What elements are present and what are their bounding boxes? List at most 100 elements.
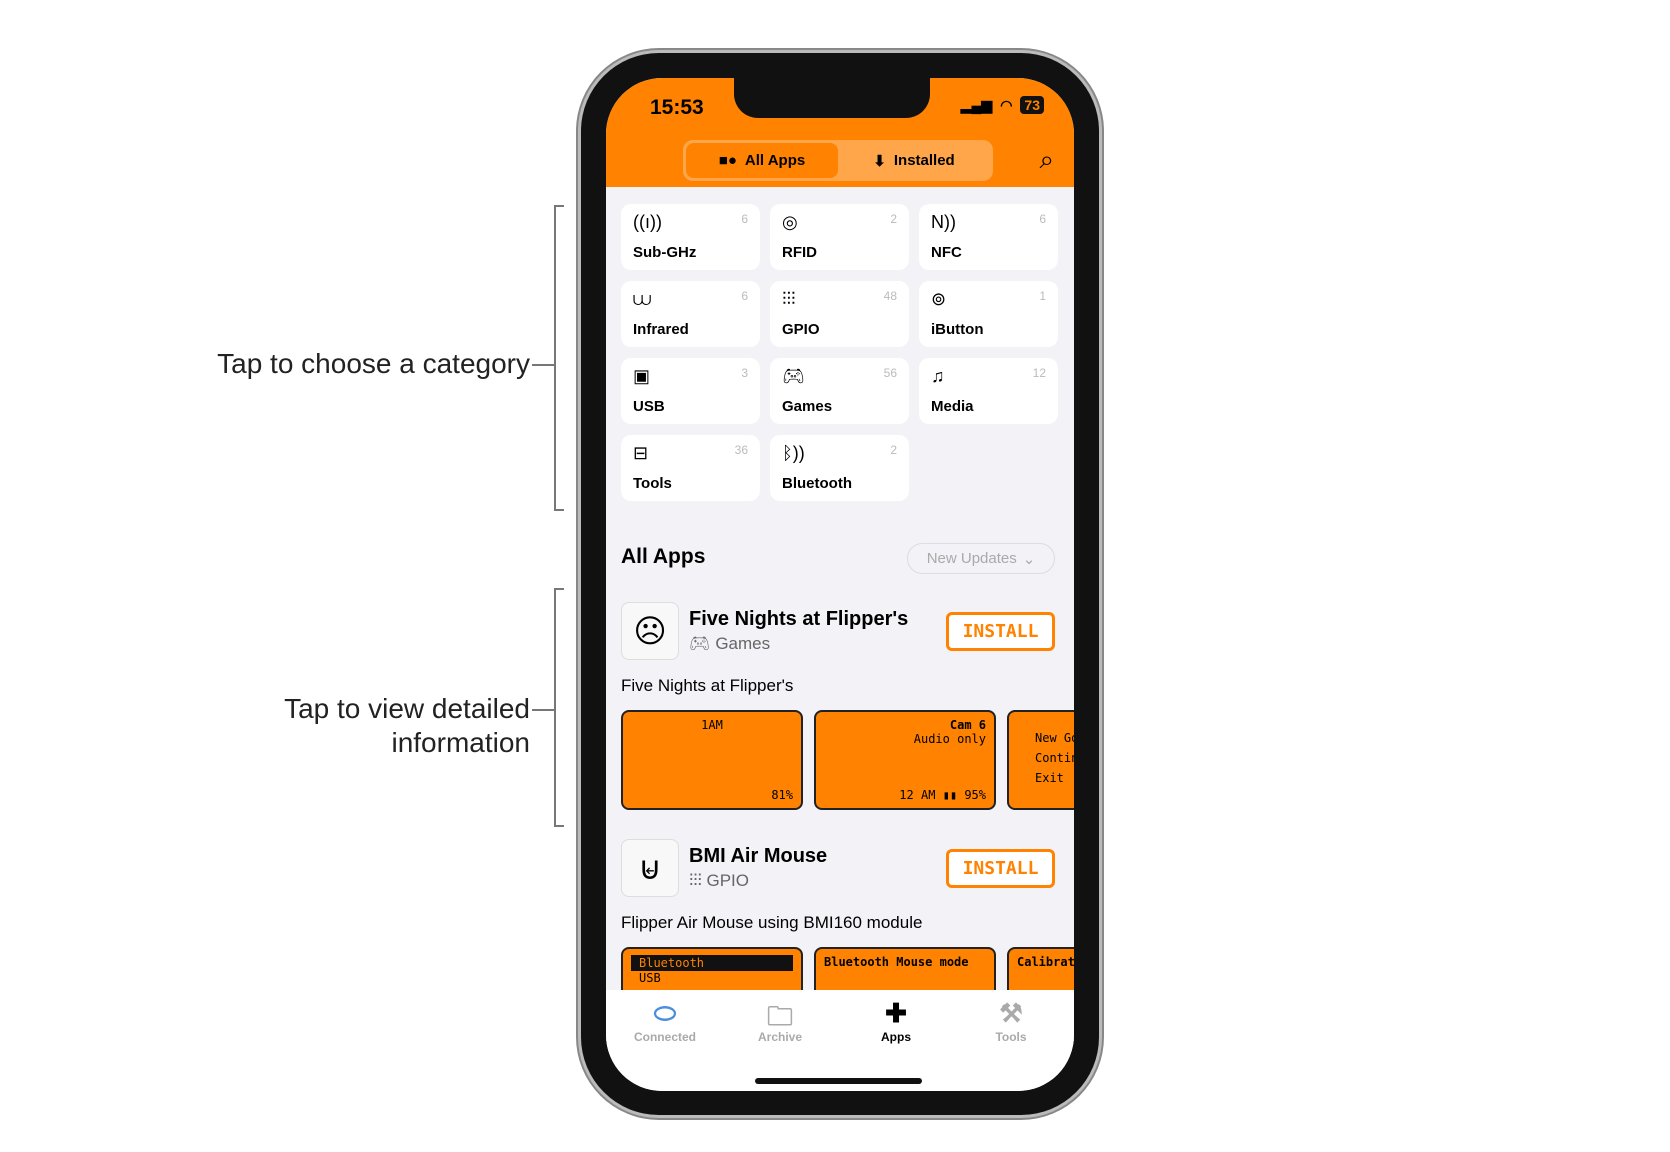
category-ibutton[interactable]: ⊚ iButton 1 (919, 281, 1058, 347)
app-category-label: Games (715, 634, 771, 653)
bluetooth-device-icon: ⬭ (653, 998, 677, 1028)
category-icon: ▣ (633, 366, 651, 386)
annotation-detail: Tap to view detailed information (284, 692, 530, 760)
app-title: Five Nights at Flipper's (689, 608, 909, 630)
category-label: Bluetooth (782, 475, 852, 492)
category-label: Sub-GHz (633, 244, 697, 261)
category-games[interactable]: 🎮︎ Games 56 (770, 358, 909, 424)
notch (734, 78, 930, 118)
category-label: GPIO (782, 321, 820, 338)
tab-archive[interactable]: 🗀 Archive (730, 998, 830, 1044)
screenshot-text: 81% (771, 788, 793, 802)
app-icon: ☹ (621, 602, 679, 660)
screenshot-text: Exit (1035, 771, 1064, 785)
category-sub-ghz[interactable]: ((ı)) Sub-GHz 6 (621, 204, 760, 270)
annotation-bracket (554, 205, 564, 511)
segmented-control: ■● All Apps ⬇ Installed (683, 140, 993, 181)
category-tools[interactable]: ⊟ Tools 36 (621, 435, 760, 501)
app-category: 🎮︎ Games (689, 634, 770, 654)
category-icon: ♫ (931, 366, 945, 386)
app-description: Flipper Air Mouse using BMI160 module (621, 913, 923, 932)
category-count: 6 (741, 212, 748, 226)
annotation-line (532, 709, 554, 711)
category-count: 56 (883, 366, 897, 380)
phone-frame: 15:53 ▂▄▆ ◠ 73 ■● All Apps ⬇ Installed ⌕ (… (581, 53, 1099, 1115)
category-grid: ((ı)) Sub-GHz 6 ◎ RFID 2 N)) NFC 6 ⩊ Infrared 6 ⫶⫶⫶ G… (621, 204, 1058, 501)
tab-label: Apps (881, 1030, 911, 1044)
category-count: 36 (734, 443, 748, 457)
category-usb[interactable]: ▣ USB 3 (621, 358, 760, 424)
category-icon: ⊟ (633, 443, 649, 463)
tab-label: Archive (757, 1030, 803, 1044)
app-category-label: GPIO (706, 871, 749, 890)
install-button[interactable]: INSTALL (946, 849, 1055, 888)
tools-icon: ⚒ (999, 998, 1023, 1028)
category-icon: ◎ (782, 212, 798, 232)
home-indicator (755, 1078, 922, 1084)
tab-bar: ⬭ Connected 🗀 Archive ✚ Apps ⚒ Tools (606, 990, 1074, 1091)
screenshot-text: Calibrati (1017, 955, 1074, 969)
category-icon: ⩊ (633, 289, 652, 309)
category-icon: 🎮︎ (782, 366, 805, 386)
segment-label: Installed (893, 152, 955, 169)
category-rfid[interactable]: ◎ RFID 2 (770, 204, 909, 270)
screenshot: New Go Continu Exit (1007, 710, 1074, 810)
install-button[interactable]: INSTALL (946, 612, 1055, 651)
filter-dropdown[interactable]: New Updates ⌄ (907, 543, 1055, 574)
puzzle-icon: ✚ (885, 998, 907, 1028)
category-icon: ⊚ (931, 289, 947, 309)
screenshot-text: USB (639, 971, 661, 985)
category-icon: ((ı)) (633, 212, 662, 232)
status-time: 15:53 (650, 96, 704, 119)
category-media[interactable]: ♫ Media 12 (919, 358, 1058, 424)
screen: 15:53 ▂▄▆ ◠ 73 ■● All Apps ⬇ Installed ⌕ (… (606, 78, 1074, 1091)
header: 15:53 ▂▄▆ ◠ 73 ■● All Apps ⬇ Installed ⌕ (606, 78, 1074, 187)
filter-label: New Updates (926, 550, 1017, 567)
chevron-down-icon: ⌄ (1022, 550, 1036, 568)
signal-icon: ▂▄▆ (960, 96, 993, 113)
category-count: 6 (741, 289, 748, 303)
section-title: All Apps (621, 545, 706, 568)
category-count: 48 (883, 289, 897, 303)
tab-apps[interactable]: ✚ Apps (846, 998, 946, 1044)
screenshot-text: Continu (1035, 751, 1074, 765)
download-box-icon: ⬇ (873, 152, 886, 170)
wifi-icon: ◠ (1000, 96, 1013, 113)
category-infrared[interactable]: ⩊ Infrared 6 (621, 281, 760, 347)
tab-connected[interactable]: ⬭ Connected (615, 998, 715, 1044)
tab-label: Connected (633, 1030, 696, 1044)
folder-icon: 🗀 (766, 1001, 793, 1031)
category-label: Tools (633, 475, 672, 492)
annotation-category: Tap to choose a category (217, 348, 530, 379)
search-icon[interactable]: ⌕ (1039, 144, 1054, 176)
battery-icon: 73 (1020, 96, 1044, 114)
category-icon: ⫶⫶⫶ (782, 289, 796, 309)
tab-tools[interactable]: ⚒ Tools (961, 998, 1061, 1044)
category-gpio[interactable]: ⫶⫶⫶ GPIO 48 (770, 281, 909, 347)
screenshot-text: Audio only (913, 732, 986, 746)
category-icon: N)) (931, 212, 956, 232)
segment-all-apps[interactable]: ■● All Apps (686, 143, 838, 178)
gamepad-icon: 🎮︎ (689, 634, 711, 653)
app-title: BMI Air Mouse (689, 845, 828, 867)
category-nfc[interactable]: N)) NFC 6 (919, 204, 1058, 270)
annotation-line (532, 364, 554, 366)
status-icons: ▂▄▆ ◠ 73 (961, 96, 1044, 114)
category-bluetooth[interactable]: ᛒ)) Bluetooth 2 (770, 435, 909, 501)
screenshot: Cam 6 Audio only 12 AM ▮▮ 95% (814, 710, 996, 810)
screenshots[interactable]: 1AM 81% Cam 6 Audio only 12 AM ▮▮ 95% New G… (621, 710, 1074, 810)
category-count: 2 (890, 443, 897, 457)
category-label: iButton (931, 321, 984, 338)
shapes-icon: ■● (718, 152, 737, 169)
segment-installed[interactable]: ⬇ Installed (838, 143, 990, 178)
category-label: Games (782, 398, 833, 415)
category-count: 6 (1039, 212, 1046, 226)
annotation-bracket (554, 588, 564, 827)
category-count: 2 (890, 212, 897, 226)
category-label: NFC (931, 244, 962, 261)
app-category: ⫶⫶⫶ GPIO (689, 871, 749, 891)
segment-label: All Apps (744, 152, 806, 169)
gpio-icon: ⫶⫶⫶ (689, 871, 702, 890)
category-count: 12 (1032, 366, 1046, 380)
category-label: USB (633, 398, 665, 415)
